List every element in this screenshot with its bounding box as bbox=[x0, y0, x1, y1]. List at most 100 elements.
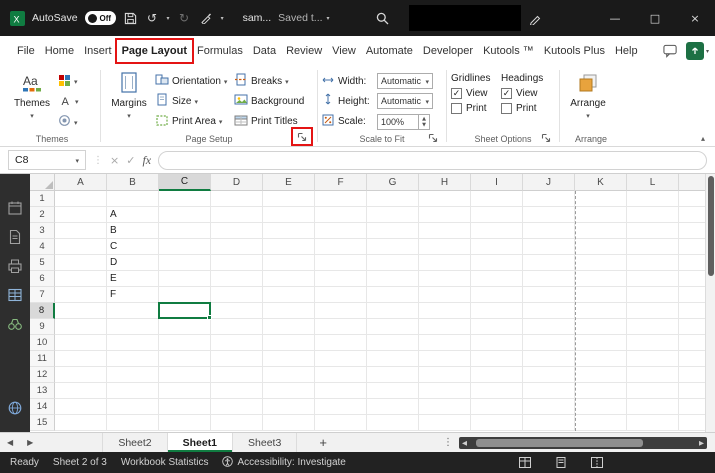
cell-G4[interactable] bbox=[367, 239, 419, 255]
cell-E5[interactable] bbox=[263, 255, 315, 271]
cell-H1[interactable] bbox=[419, 191, 471, 207]
cell-D11[interactable] bbox=[211, 351, 263, 367]
sheet-tab-sheet3[interactable]: Sheet3 bbox=[233, 433, 298, 452]
cell-H9[interactable] bbox=[419, 319, 471, 335]
cell-L4[interactable] bbox=[627, 239, 679, 255]
cancel-entry-icon[interactable]: × bbox=[110, 154, 119, 167]
cell-G8[interactable] bbox=[367, 303, 419, 319]
column-header-E[interactable]: E bbox=[263, 174, 315, 191]
cell-C14[interactable] bbox=[159, 399, 211, 415]
formula-bar-handle[interactable]: ⋮ bbox=[93, 155, 103, 166]
cell-E4[interactable] bbox=[263, 239, 315, 255]
cell-H13[interactable] bbox=[419, 383, 471, 399]
active-cell-outline[interactable] bbox=[158, 302, 212, 320]
cell-I10[interactable] bbox=[471, 335, 523, 351]
cell-L10[interactable] bbox=[627, 335, 679, 351]
row-header-13[interactable]: 13 bbox=[30, 383, 55, 399]
arrange-button[interactable]: Arrange bbox=[564, 69, 612, 132]
cell-I5[interactable] bbox=[471, 255, 523, 271]
cell-I7[interactable] bbox=[471, 287, 523, 303]
column-header-B[interactable]: B bbox=[107, 174, 159, 191]
document-title[interactable]: sam... bbox=[243, 12, 272, 24]
ribbon-tab-file[interactable]: File bbox=[12, 38, 40, 64]
cell-F9[interactable] bbox=[315, 319, 367, 335]
cell-G13[interactable] bbox=[367, 383, 419, 399]
cell-J7[interactable] bbox=[523, 287, 575, 303]
cell-B13[interactable] bbox=[107, 383, 159, 399]
cell-B2[interactable]: A bbox=[107, 207, 159, 223]
ribbon-tab-kutools[interactable]: Kutools ™ bbox=[478, 38, 539, 64]
cell-E9[interactable] bbox=[263, 319, 315, 335]
cell-L6[interactable] bbox=[627, 271, 679, 287]
cell-I14[interactable] bbox=[471, 399, 523, 415]
page-layout-view-button[interactable] bbox=[555, 457, 567, 468]
normal-view-button[interactable] bbox=[519, 457, 531, 468]
column-header-K[interactable]: K bbox=[575, 174, 627, 191]
cell-J3[interactable] bbox=[523, 223, 575, 239]
cell-G5[interactable] bbox=[367, 255, 419, 271]
cell-D9[interactable] bbox=[211, 319, 263, 335]
cell-E8[interactable] bbox=[263, 303, 315, 319]
cell-J1[interactable] bbox=[523, 191, 575, 207]
size-button[interactable]: Size bbox=[153, 91, 232, 111]
cell-C10[interactable] bbox=[159, 335, 211, 351]
page-setup-dialog-launcher[interactable] bbox=[291, 127, 313, 146]
sheet-options-dialog-launcher[interactable] bbox=[539, 131, 553, 144]
ribbon-tab-help[interactable]: Help bbox=[610, 38, 643, 64]
name-box[interactable]: C8 bbox=[8, 150, 86, 170]
cell-C9[interactable] bbox=[159, 319, 211, 335]
gridlines-view-checkbox[interactable]: View bbox=[451, 88, 501, 99]
cell-C13[interactable] bbox=[159, 383, 211, 399]
cell-I4[interactable] bbox=[471, 239, 523, 255]
cell-G2[interactable] bbox=[367, 207, 419, 223]
cell-A1[interactable] bbox=[55, 191, 107, 207]
cell-K10[interactable] bbox=[575, 335, 627, 351]
new-sheet-button[interactable]: + bbox=[319, 435, 327, 450]
ribbon-tab-developer[interactable]: Developer bbox=[418, 38, 478, 64]
cell-D7[interactable] bbox=[211, 287, 263, 303]
collapse-ribbon-button[interactable]: ▴ bbox=[701, 134, 705, 143]
cell-F6[interactable] bbox=[315, 271, 367, 287]
globe-icon[interactable] bbox=[7, 400, 23, 416]
cell-A2[interactable] bbox=[55, 207, 107, 223]
gridlines-print-checkbox[interactable]: Print bbox=[451, 103, 501, 114]
workbook-statistics-button[interactable]: Workbook Statistics bbox=[121, 457, 209, 468]
sheet-tab-sheet1[interactable]: Sheet1 bbox=[167, 433, 234, 452]
row-header-12[interactable]: 12 bbox=[30, 367, 55, 383]
comments-icon[interactable] bbox=[663, 44, 678, 59]
cell-D13[interactable] bbox=[211, 383, 263, 399]
column-header-A[interactable]: A bbox=[55, 174, 107, 191]
cell-D6[interactable] bbox=[211, 271, 263, 287]
share-button[interactable]: ▾ bbox=[685, 42, 709, 60]
ribbon-tab-home[interactable]: Home bbox=[40, 38, 79, 64]
cell-A15[interactable] bbox=[55, 415, 107, 431]
cell-H10[interactable] bbox=[419, 335, 471, 351]
undo-button[interactable]: ↺ bbox=[145, 11, 160, 26]
cell-F4[interactable] bbox=[315, 239, 367, 255]
cell-J6[interactable] bbox=[523, 271, 575, 287]
formula-input[interactable] bbox=[158, 150, 707, 170]
cell-H12[interactable] bbox=[419, 367, 471, 383]
ink-pen-icon[interactable] bbox=[528, 11, 543, 26]
cell-B8[interactable] bbox=[107, 303, 159, 319]
ribbon-tab-formulas[interactable]: Formulas bbox=[192, 38, 248, 64]
ribbon-tab-page-layout[interactable]: Page Layout bbox=[114, 38, 195, 64]
cell-F1[interactable] bbox=[315, 191, 367, 207]
row-header-15[interactable]: 15 bbox=[30, 415, 55, 431]
table-icon[interactable] bbox=[7, 287, 23, 303]
ribbon-tab-kutools-plus[interactable]: Kutools Plus bbox=[539, 38, 610, 64]
cell-C1[interactable] bbox=[159, 191, 211, 207]
cell-B6[interactable]: E bbox=[107, 271, 159, 287]
cell-G6[interactable] bbox=[367, 271, 419, 287]
minimize-button[interactable]: — bbox=[595, 0, 635, 36]
column-header-J[interactable]: J bbox=[523, 174, 575, 191]
height-dropdown[interactable]: Automatic bbox=[377, 93, 433, 110]
cell-I1[interactable] bbox=[471, 191, 523, 207]
scroll-right-arrow[interactable]: ▶ bbox=[699, 439, 704, 447]
cell-L9[interactable] bbox=[627, 319, 679, 335]
cell-G9[interactable] bbox=[367, 319, 419, 335]
horizontal-scroll-track[interactable] bbox=[470, 438, 696, 447]
cell-I12[interactable] bbox=[471, 367, 523, 383]
cell-J10[interactable] bbox=[523, 335, 575, 351]
saved-status[interactable]: Saved t... ▾ bbox=[278, 12, 329, 24]
